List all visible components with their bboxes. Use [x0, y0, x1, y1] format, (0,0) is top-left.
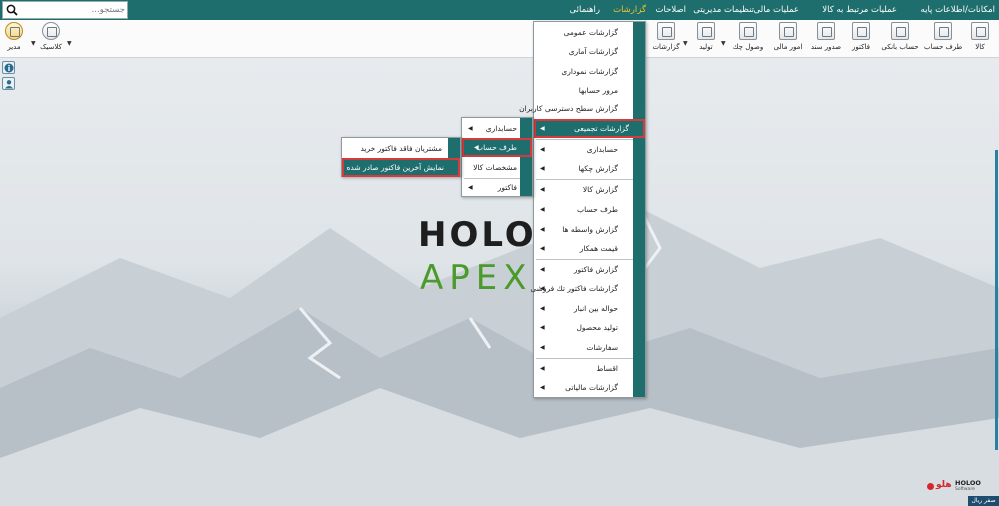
menu-item-product-production[interactable]: تولید محصول ◀ — [534, 318, 634, 337]
party-submenu: مشتریان فاقد فاکتور خرید نمایش آخرین فاک… — [341, 137, 461, 177]
menu-financial[interactable]: عملیات مالی — [754, 0, 799, 20]
submenu-arrow-icon: ◀ — [540, 206, 545, 213]
menu-management[interactable]: تنظیمات مدیریتی — [693, 0, 754, 20]
submenu-arrow-icon: ◀ — [540, 344, 545, 351]
submenu-arrow-icon: ◀ — [540, 365, 545, 372]
menu-strip — [633, 22, 645, 397]
menu-item-invoice-report[interactable]: گزارش فاکتور ◀ — [534, 260, 634, 279]
user-icon[interactable] — [2, 77, 15, 90]
reports-menu: گزارشات عمومی گزارشات آماری گزارشات نمود… — [519, 21, 646, 398]
menubar: امکانات/اطلاعات پایه عملیات مرتبط به کال… — [0, 0, 999, 20]
submenu-arrow-icon: ◀ — [468, 184, 473, 191]
menu-item-aggregate-reports[interactable]: گزارشات تجمیعی ◀ — [534, 119, 645, 138]
submenu-arrow-icon: ◀ — [540, 146, 545, 153]
search-input[interactable] — [21, 3, 125, 17]
dropdown-arrow-icon[interactable]: ▼ — [721, 40, 726, 47]
menu-item-goods-report[interactable]: گزارش کالا ◀ — [534, 180, 634, 199]
reports-icon — [657, 22, 675, 40]
goods-icon — [971, 22, 989, 40]
logo-dot-icon — [927, 483, 934, 490]
search-box — [2, 1, 128, 19]
cheque-icon — [739, 22, 757, 40]
party-icon — [934, 22, 952, 40]
menu-basic-info[interactable]: امکانات/اطلاعات پایه — [921, 0, 995, 20]
search-icon[interactable] — [6, 4, 18, 16]
toolbar-party[interactable]: طرف حساب — [924, 22, 962, 56]
toolbar-financial-affairs[interactable]: امور مالی — [770, 22, 806, 56]
submenu-arrow-icon: ◀ — [540, 186, 545, 193]
toolbar-manager[interactable]: مدیر — [3, 22, 25, 56]
menu-strip — [520, 118, 532, 196]
submenu-item-last-issued-invoice[interactable]: نمایش آخرین فاکتور صادر شده — [342, 158, 460, 177]
submenu-arrow-icon: ◀ — [540, 285, 545, 292]
status-label: صفر ریال — [968, 496, 999, 506]
scrollbar[interactable] — [995, 150, 998, 450]
submenu-arrow-icon: ◀ — [540, 266, 545, 273]
toolbar-classic[interactable]: کلاسیک — [38, 22, 64, 56]
toolbar-voucher[interactable]: صدور سند — [808, 22, 844, 56]
submenu-arrow-icon: ◀ — [474, 144, 479, 151]
submenu-arrow-icon: ◀ — [468, 125, 473, 132]
invoice-icon — [852, 22, 870, 40]
production-icon — [697, 22, 715, 40]
submenu-arrow-icon: ◀ — [540, 324, 545, 331]
menu-item-single-sale-invoice-reports[interactable]: گزارشات فاکتور تك فروشی ◀ — [530, 279, 634, 298]
toolbar-reports[interactable]: گزارشات — [650, 22, 682, 56]
toolbar-item-goods[interactable]: کالا — [966, 22, 994, 56]
menu-item-operations[interactable]: عملیات مرتبط به کالا — [822, 0, 897, 20]
toolbar-bank-account[interactable]: حساب بانکی — [878, 22, 922, 56]
finance-icon — [779, 22, 797, 40]
manager-icon — [5, 22, 23, 40]
menu-help[interactable]: راهنمائی — [570, 0, 600, 20]
bank-icon — [891, 22, 909, 40]
submenu-item-customers-without-purchase[interactable]: مشتریان فاقد فاکتور خرید — [342, 139, 448, 158]
brand-line2: APEX — [420, 258, 533, 298]
menu-item-partner-price[interactable]: قیمت همکار ◀ — [534, 239, 634, 258]
menu-item-general-reports[interactable]: گزارشات عمومی — [534, 23, 634, 42]
aggregate-reports-submenu: حسابداری ◀ طرف حساب ◀ مشخصات کالا فاکتور ◀ — [461, 117, 533, 197]
menu-item-cheque-reports[interactable]: گزارش چکها ◀ — [534, 159, 634, 178]
menu-item-party[interactable]: طرف حساب ◀ — [534, 200, 634, 219]
submenu-arrow-icon: ◀ — [540, 125, 545, 132]
menu-item-orders[interactable]: سفارشات ◀ — [534, 338, 634, 357]
submenu-arrow-icon: ◀ — [540, 245, 545, 252]
voucher-icon — [817, 22, 835, 40]
menu-item-intermediaries-report[interactable]: گزارش واسطه ها ◀ — [534, 220, 634, 239]
submenu-item-accounting[interactable]: حسابداری ◀ — [462, 119, 521, 138]
menu-item-warehouse-transfer[interactable]: حواله بین انبار ◀ — [534, 299, 634, 318]
submenu-arrow-icon: ◀ — [540, 305, 545, 312]
menu-item-accounting[interactable]: حسابداری ◀ — [534, 140, 634, 159]
dropdown-arrow-icon[interactable]: ▼ — [683, 40, 688, 47]
classic-theme-icon — [42, 22, 60, 40]
dropdown-arrow-icon[interactable]: ▼ — [67, 40, 72, 47]
menu-item-user-access-report[interactable]: گزارش سطح دسترسی کاربران — [519, 99, 634, 118]
menu-corrections[interactable]: اصلاحات — [656, 0, 687, 20]
holoo-logo: هلو HOLOO Software — [924, 478, 990, 494]
menu-item-installments[interactable]: اقساط ◀ — [534, 359, 634, 378]
info-icon[interactable] — [2, 61, 15, 74]
menu-item-statistical-reports[interactable]: گزارشات آماری — [534, 42, 634, 61]
toolbar: کالا طرف حساب حساب بانکی فاکتور صدور سند… — [0, 20, 999, 58]
menu-reports[interactable]: گزارشات — [613, 0, 646, 20]
submenu-item-goods-specs[interactable]: مشخصات کالا — [462, 158, 521, 177]
dropdown-arrow-icon[interactable]: ▼ — [31, 40, 36, 47]
menu-item-chart-reports[interactable]: گزارشات نموداری — [534, 62, 634, 81]
submenu-item-party[interactable]: طرف حساب ◀ — [462, 138, 532, 157]
toolbar-invoice[interactable]: فاکتور — [846, 22, 876, 56]
toolbar-production[interactable]: تولید — [692, 22, 720, 56]
menu-item-tax-reports[interactable]: گزارشات مالیاتی ◀ — [534, 378, 634, 397]
menu-item-accounts-review[interactable]: مرور حسابها — [534, 81, 634, 100]
submenu-arrow-icon: ◀ — [540, 165, 545, 172]
toolbar-cheque-receipt[interactable]: وصول چك — [728, 22, 768, 56]
submenu-arrow-icon: ◀ — [540, 226, 545, 233]
submenu-arrow-icon: ◀ — [540, 384, 545, 391]
submenu-item-invoice[interactable]: فاکتور ◀ — [462, 178, 521, 197]
